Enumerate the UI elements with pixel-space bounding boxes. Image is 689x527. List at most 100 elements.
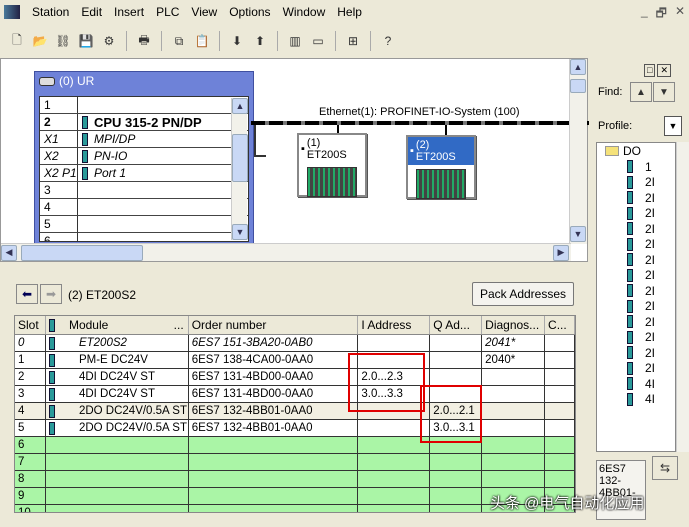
- scroll-up-icon[interactable]: ▲: [232, 98, 248, 114]
- catalog-item[interactable]: 2I: [597, 175, 675, 191]
- scroll-thumb[interactable]: [570, 79, 586, 93]
- overview-icon[interactable]: ▥: [286, 32, 304, 50]
- catalog-item[interactable]: 4I: [597, 392, 675, 408]
- scroll-right-icon[interactable]: ▶: [553, 244, 569, 261]
- rack-row[interactable]: 6: [40, 233, 248, 241]
- rack-table: 1 2 CPU 315-2 PN/DP X1 MPI/DP X2 PN-IO X2 P1 Por…: [39, 96, 249, 242]
- table-row[interactable]: 8: [15, 471, 575, 488]
- save-icon[interactable]: 💾: [77, 32, 95, 50]
- catalog-item[interactable]: 2I: [597, 361, 675, 377]
- scroll-up-icon[interactable]: ▲: [570, 59, 586, 75]
- back-arrow-icon[interactable]: ⬅: [16, 284, 38, 304]
- new-icon[interactable]: 🗋: [8, 32, 26, 50]
- restore-button[interactable]: 🗗: [656, 4, 667, 25]
- device-et200s-2[interactable]: ▪ (2) ET200S: [406, 135, 476, 199]
- forward-arrow-icon[interactable]: ➡: [40, 284, 62, 304]
- table-row[interactable]: 7: [15, 454, 575, 471]
- close-icon[interactable]: ✕: [657, 64, 671, 77]
- rack-row[interactable]: 3: [40, 182, 248, 199]
- window-icon[interactable]: ▭: [309, 32, 327, 50]
- catalog-item[interactable]: 2I: [597, 221, 675, 237]
- download-icon[interactable]: ⬇: [228, 32, 246, 50]
- table-row[interactable]: 2 4DI DC24V ST 6ES7 131-4BD00-0AA0 2.0...2.…: [15, 369, 575, 386]
- tree-folder-do[interactable]: DO: [597, 143, 675, 159]
- help-icon[interactable]: ?: [379, 32, 397, 50]
- catalog-item[interactable]: 2I: [597, 330, 675, 346]
- rack-row[interactable]: X2 PN-IO: [40, 148, 248, 165]
- scroll-down-icon[interactable]: ▼: [232, 224, 248, 240]
- netpro-icon[interactable]: ⊞: [344, 32, 362, 50]
- rack-row[interactable]: 4: [40, 199, 248, 216]
- module-icon: [627, 361, 633, 375]
- copy-icon[interactable]: ⧉: [170, 32, 188, 50]
- rack-row[interactable]: 5: [40, 216, 248, 233]
- column-header-1[interactable]: Module...: [46, 316, 189, 334]
- menu-window[interactable]: Window: [277, 5, 332, 19]
- paste-icon[interactable]: 📋: [193, 32, 211, 50]
- compile-icon[interactable]: ⚙: [100, 32, 118, 50]
- column-header-3[interactable]: Order number: [189, 316, 359, 334]
- device-icon: ▪: [410, 145, 414, 157]
- cell-module: 2DO DC24V/0.5A ST: [46, 403, 189, 419]
- catalog-item[interactable]: 2I: [597, 299, 675, 315]
- catalog-item[interactable]: 2I: [597, 190, 675, 206]
- table-row[interactable]: 6: [15, 437, 575, 454]
- menu-insert[interactable]: Insert: [108, 5, 150, 19]
- catalog-item[interactable]: 4I: [597, 376, 675, 392]
- column-header-5[interactable]: Q Ad...: [430, 316, 483, 334]
- menu-help[interactable]: Help: [331, 5, 368, 19]
- close-button[interactable]: ✕: [675, 4, 685, 25]
- menu-view[interactable]: View: [185, 5, 223, 19]
- scroll-left-icon[interactable]: ◀: [1, 244, 17, 261]
- table-row[interactable]: 1 PM-E DC24V 6ES7 138-4CA00-0AA0 2040*: [15, 352, 575, 369]
- catalog-tree[interactable]: DO 1 2I 2I 2I 2I 2I 2I 2I 2I 2I 2I 2I 2I 2I 4I 4I: [596, 142, 676, 452]
- catalog-scrollbar[interactable]: [676, 142, 689, 452]
- menu-options[interactable]: Options: [223, 5, 276, 19]
- catalog-item[interactable]: 2I: [597, 345, 675, 361]
- horizontal-scrollbar[interactable]: ◀ ▶: [1, 243, 571, 261]
- open-icon[interactable]: 📂: [31, 32, 49, 50]
- catalog-item[interactable]: 2I: [597, 283, 675, 299]
- catalog-item[interactable]: 2I: [597, 314, 675, 330]
- catalog-item[interactable]: 2I: [597, 268, 675, 284]
- profile-dropdown[interactable]: ▼: [664, 116, 682, 136]
- menu-plc[interactable]: PLC: [150, 5, 185, 19]
- table-row[interactable]: 3 4DI DC24V ST 6ES7 131-4BD00-0AA0 3.0...3.…: [15, 386, 575, 403]
- column-header-7[interactable]: C...: [545, 316, 575, 334]
- network-icon[interactable]: ⛓: [54, 32, 72, 50]
- catalog-item[interactable]: 2I: [597, 252, 675, 268]
- catalog-item[interactable]: 2I: [597, 237, 675, 253]
- rack-scrollbar[interactable]: ▲ ▼: [231, 98, 248, 240]
- column-header-0[interactable]: Slot: [15, 316, 46, 334]
- table-row[interactable]: 0 ET200S2 6ES7 151-3BA20-0AB0 2041*: [15, 335, 575, 352]
- rack-row[interactable]: 2 CPU 315-2 PN/DP: [40, 114, 248, 131]
- column-header-6[interactable]: Diagnos...: [482, 316, 546, 334]
- menu-edit[interactable]: Edit: [75, 5, 108, 19]
- catalog-item[interactable]: 2I: [597, 206, 675, 222]
- rack-window[interactable]: (0) UR 1 2 CPU 315-2 PN/DP X1 MPI/DP X2 PN-IO X…: [34, 71, 254, 245]
- catalog-item-label: 2I: [645, 252, 656, 267]
- catalog-toggle-icon[interactable]: ⇆: [652, 456, 678, 480]
- catalog-item[interactable]: 1: [597, 159, 675, 175]
- table-row[interactable]: 5 2DO DC24V/0.5A ST 6ES7 132-4BB01-0AA0 3.0…: [15, 420, 575, 437]
- ethernet-line[interactable]: [251, 121, 589, 125]
- scroll-down-icon[interactable]: ▼: [570, 226, 586, 242]
- table-row[interactable]: 4 2DO DC24V/0.5A ST 6ES7 132-4BB01-0AA0 2.0…: [15, 403, 575, 420]
- device-et200s-1[interactable]: ▪ (1) ET200S: [297, 133, 367, 197]
- vertical-scrollbar[interactable]: ▲ ▼: [569, 59, 587, 244]
- scroll-thumb[interactable]: [232, 134, 248, 182]
- minimize-button[interactable]: _: [641, 4, 648, 25]
- find-up-icon[interactable]: ▲: [630, 82, 652, 102]
- scroll-thumb[interactable]: [21, 244, 143, 261]
- column-header-4[interactable]: I Address: [358, 316, 431, 334]
- rack-row[interactable]: X2 P1 Port 1: [40, 165, 248, 182]
- rack-row[interactable]: 1: [40, 97, 248, 114]
- pack-addresses-button[interactable]: Pack Addresses: [472, 282, 574, 306]
- menu-station[interactable]: Station: [26, 5, 75, 19]
- upload-icon[interactable]: ⬆: [251, 32, 269, 50]
- rack-row[interactable]: X1 MPI/DP: [40, 131, 248, 148]
- print-icon[interactable]: 🖶: [135, 32, 153, 50]
- restore-icon[interactable]: □: [644, 64, 656, 77]
- find-down-icon[interactable]: ▼: [653, 82, 675, 102]
- cell-diag: 2040*: [482, 352, 546, 368]
